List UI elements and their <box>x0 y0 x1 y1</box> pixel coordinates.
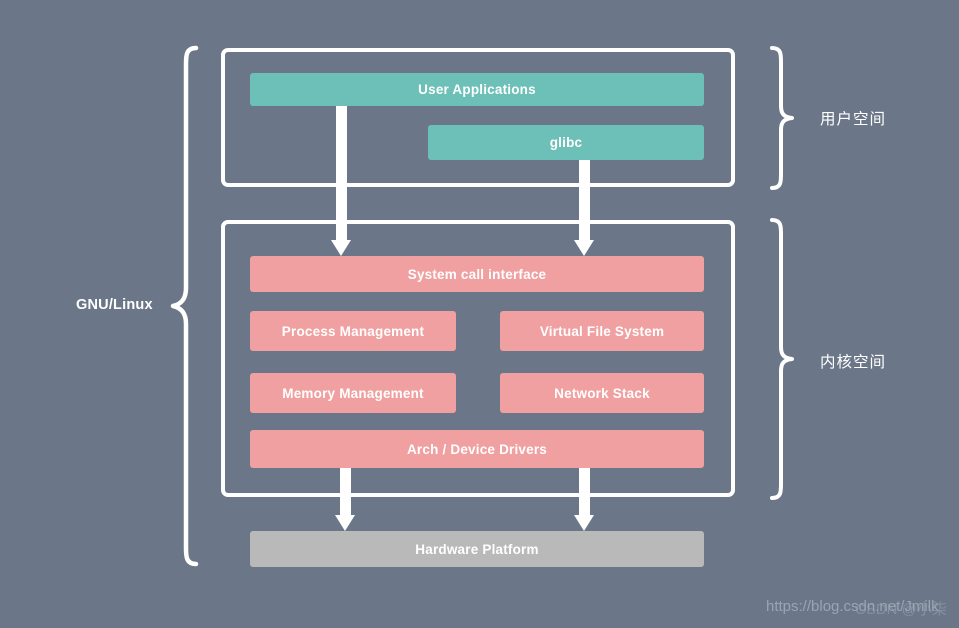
user-applications-box[interactable]: User Applications <box>250 73 704 106</box>
user-space-group <box>221 48 735 187</box>
memory-management-box[interactable]: Memory Management <box>250 373 456 413</box>
kernel-space-brace <box>768 216 798 502</box>
watermark-url: https://blog.csdn.net/Jmilk <box>766 598 939 615</box>
gnu-linux-label: GNU/Linux <box>76 297 153 313</box>
arrow-drivers-to-hardware-right <box>574 468 595 531</box>
kernel-space-label: 内核空间 <box>820 353 887 371</box>
virtual-file-system-box[interactable]: Virtual File System <box>500 311 704 351</box>
glibc-box[interactable]: glibc <box>428 125 704 160</box>
user-space-label: 用户空间 <box>820 110 887 128</box>
arch-device-drivers-box[interactable]: Arch / Device Drivers <box>250 430 704 468</box>
diagram-canvas: GNU/Linux User Applications glibc System… <box>0 0 959 628</box>
system-call-interface-box[interactable]: System call interface <box>250 256 704 292</box>
arrow-drivers-to-hardware-left <box>335 468 356 531</box>
user-space-brace <box>768 44 798 192</box>
hardware-platform-box[interactable]: Hardware Platform <box>250 531 704 567</box>
gnu-linux-brace <box>168 42 200 570</box>
network-stack-box[interactable]: Network Stack <box>500 373 704 413</box>
process-management-box[interactable]: Process Management <box>250 311 456 351</box>
